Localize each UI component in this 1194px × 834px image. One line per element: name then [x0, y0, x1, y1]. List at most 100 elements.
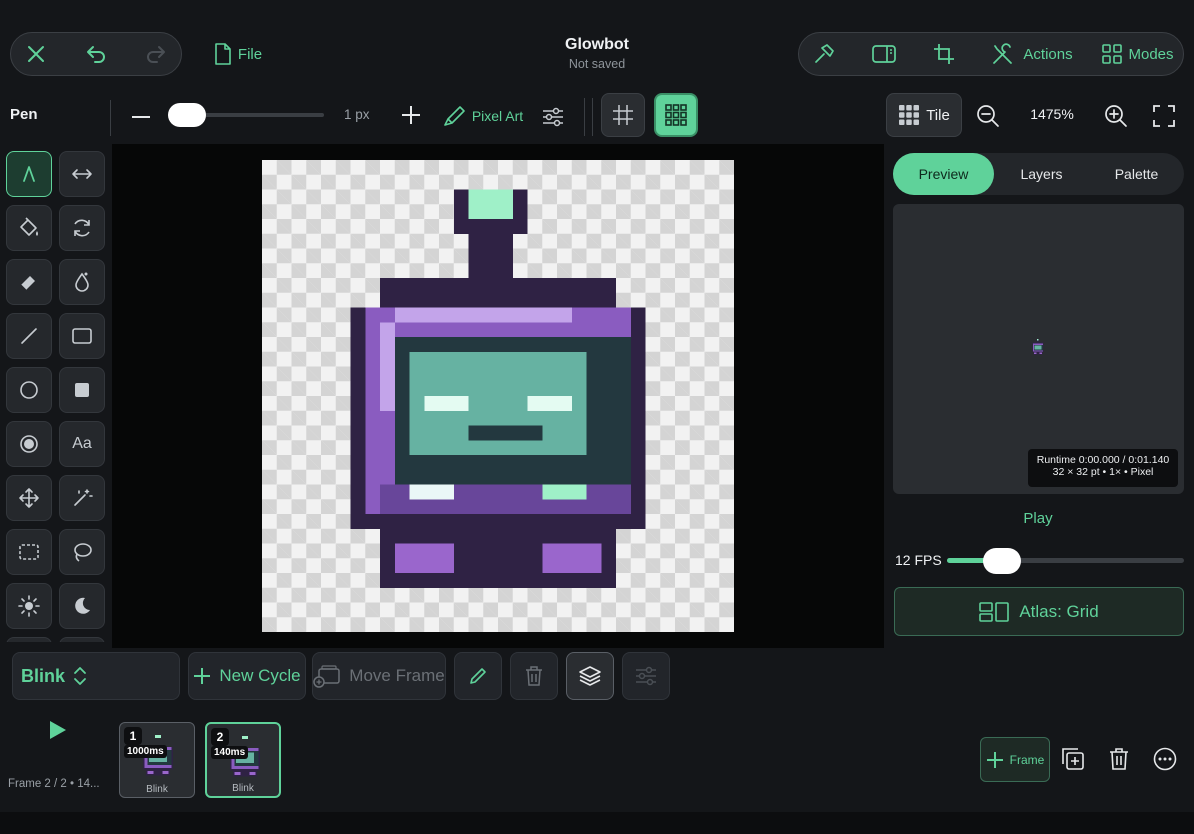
grid-lines-toggle[interactable] — [601, 93, 645, 137]
onion-skin-toggle[interactable] — [566, 652, 614, 700]
move-tool[interactable] — [6, 475, 52, 521]
zoom-level: 1475% — [1030, 106, 1074, 122]
edit-cycle-button[interactable] — [454, 652, 502, 700]
add-frame-label: Frame — [1009, 752, 1045, 767]
tile-toggle[interactable]: Tile — [886, 93, 962, 137]
brush-size-increase-icon[interactable] — [398, 102, 424, 128]
actions-label: Actions — [1023, 45, 1073, 63]
frame-name: Blink — [232, 783, 254, 794]
rect-select-tool[interactable] — [6, 529, 52, 575]
actions-button[interactable]: Actions — [990, 40, 1074, 68]
tile-label: Tile — [926, 106, 950, 124]
text-aa-icon: Aa — [72, 435, 92, 452]
tile-grid-icon — [899, 105, 920, 125]
delete-cycle-button[interactable] — [510, 652, 558, 700]
magic-wand-tool[interactable] — [59, 475, 105, 521]
divider — [584, 98, 585, 136]
flip-tool[interactable] — [59, 151, 105, 197]
hammer-icon[interactable] — [808, 38, 840, 70]
fill-tool[interactable] — [6, 205, 52, 251]
dashed-selection-icon — [19, 544, 39, 560]
fullscreen-icon[interactable] — [1150, 102, 1178, 130]
rotate-tool[interactable] — [59, 205, 105, 251]
text-tool[interactable]: Aa — [59, 421, 105, 467]
sidebar-toggle-icon[interactable] — [868, 38, 900, 70]
droplet-icon — [75, 272, 89, 292]
cycle-selector[interactable]: Blink — [12, 652, 180, 700]
delete-frame-icon[interactable] — [1105, 745, 1133, 773]
atlas-layout-icon — [979, 601, 1010, 622]
pixel-canvas[interactable] — [262, 160, 734, 632]
dropper-tool[interactable] — [59, 259, 105, 305]
atlas-grid-button[interactable]: Atlas: Grid — [894, 587, 1184, 636]
frame-duration: 140ms — [211, 746, 249, 759]
darken-tool[interactable] — [59, 583, 105, 629]
brush-size-slider-thumb[interactable] — [168, 103, 206, 127]
fps-slider-thumb[interactable] — [983, 548, 1021, 574]
pixel-art-button[interactable]: Pixel Art — [440, 102, 526, 130]
filled-rectangle-tool[interactable] — [59, 367, 105, 413]
add-frame-button[interactable]: Frame — [980, 737, 1050, 782]
frame-thumbnail-1[interactable]: 1 1000ms Blink — [119, 722, 195, 798]
current-tool-name: Pen — [10, 106, 38, 123]
divider — [110, 100, 111, 136]
frame-duration: 1000ms — [124, 745, 167, 758]
trash-icon — [526, 666, 542, 686]
glowbot-sprite — [350, 189, 646, 588]
brush-size-decrease-icon[interactable] — [128, 104, 154, 130]
filled-ellipse-tool[interactable] — [6, 421, 52, 467]
ellipse-tool[interactable] — [6, 367, 52, 413]
preview-sprite — [1032, 339, 1044, 355]
lasso-tool[interactable] — [59, 529, 105, 575]
more-tool[interactable] — [6, 637, 52, 642]
file-button[interactable]: File — [206, 40, 270, 68]
tab-preview[interactable]: Preview — [893, 153, 994, 195]
pixel-grid-toggle[interactable] — [654, 93, 698, 137]
more-options-icon[interactable] — [1151, 745, 1179, 773]
pixel-grid-icon — [665, 104, 687, 126]
frame-thumbnail-2[interactable]: 2 140ms Blink — [205, 722, 281, 798]
zoom-in-icon[interactable] — [1102, 102, 1130, 130]
timeline-settings-button[interactable] — [622, 652, 670, 700]
rectangle-tool[interactable] — [59, 313, 105, 359]
move-frame-icon — [313, 665, 341, 688]
line-icon — [21, 328, 37, 344]
divider — [592, 98, 593, 136]
close-icon[interactable] — [20, 38, 52, 70]
frame-name: Blink — [146, 784, 168, 795]
redo-icon[interactable] — [140, 38, 172, 70]
grid-four-icon — [1102, 44, 1123, 64]
magic-wand-icon — [74, 489, 93, 506]
zoom-out-icon[interactable] — [974, 102, 1002, 130]
undo-icon[interactable] — [80, 38, 112, 70]
pen-tool[interactable] — [6, 151, 52, 197]
tool-palette: Aa — [0, 144, 112, 642]
line-tool[interactable] — [6, 313, 52, 359]
eraser-tool[interactable] — [6, 259, 52, 305]
moon-icon — [75, 597, 90, 614]
tab-palette[interactable]: Palette — [1089, 153, 1184, 195]
paint-bucket-icon — [20, 217, 38, 236]
play-preview-button[interactable]: Play — [993, 510, 1083, 527]
crop-icon[interactable] — [928, 38, 960, 70]
modes-label: Modes — [1128, 45, 1174, 63]
brush-settings-icon[interactable] — [540, 104, 566, 130]
modes-button[interactable]: Modes — [1100, 40, 1176, 68]
runtime-info: Runtime 0:00.000 / 0:01.140 32 × 32 pt •… — [1028, 449, 1178, 487]
pencil-icon — [470, 668, 486, 684]
move-frame-label: Move Frame — [349, 666, 445, 685]
new-cycle-button[interactable]: New Cycle — [188, 652, 306, 700]
runtime-time: Runtime 0:00.000 / 0:01.140 — [1036, 454, 1170, 466]
more-tool[interactable] — [59, 637, 105, 642]
sun-icon — [18, 595, 40, 617]
atlas-label: Atlas: Grid — [1019, 601, 1099, 621]
lighten-tool[interactable] — [6, 583, 52, 629]
tab-layers[interactable]: Layers — [994, 153, 1089, 195]
duplicate-frame-icon[interactable] — [1059, 745, 1087, 773]
frame-number: 1 — [124, 727, 142, 745]
bottom-edge — [0, 812, 1194, 834]
brush-size-value: 1 px — [344, 107, 370, 122]
document-title: Glowbot — [565, 36, 629, 53]
move-frame-button[interactable]: Move Frame — [312, 652, 446, 700]
play-icon[interactable] — [44, 716, 72, 744]
